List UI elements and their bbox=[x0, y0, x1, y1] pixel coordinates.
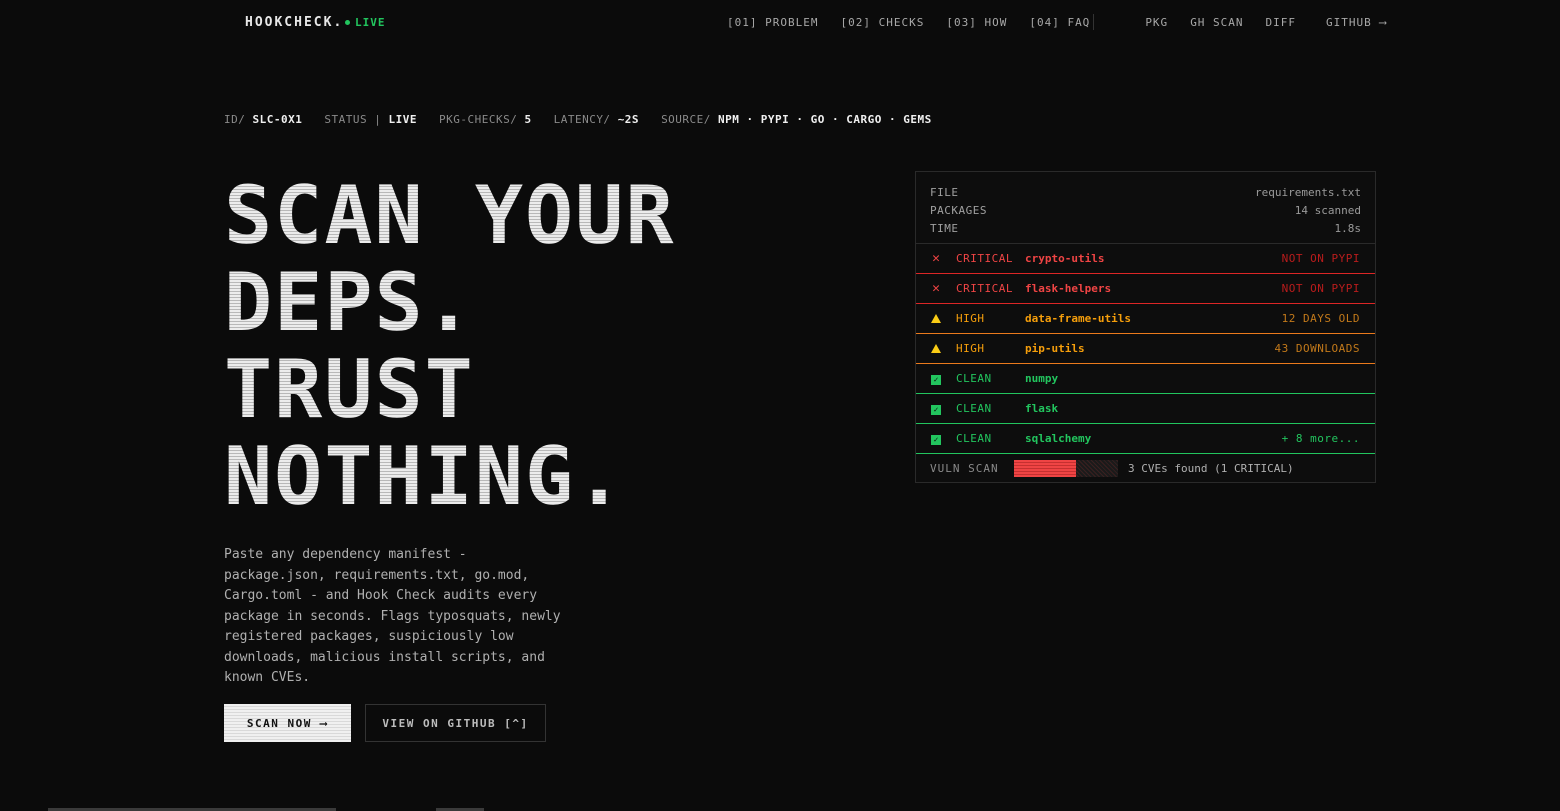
vuln-scan-label: VULN SCAN bbox=[930, 462, 999, 475]
nav-link-problem[interactable]: [01] PROBLEM bbox=[727, 16, 818, 29]
scan-now-button[interactable]: SCAN NOW ⟶ bbox=[224, 704, 351, 742]
warning-icon bbox=[916, 341, 956, 356]
result-note: NOT ON PYPI bbox=[1281, 252, 1360, 265]
hero-line-1: SCAN YOUR bbox=[224, 169, 676, 262]
hero-line-4: NOTHING. bbox=[224, 430, 626, 523]
file-label: FILE bbox=[930, 185, 959, 199]
result-row[interactable]: HIGH pip-utils 43 DOWNLOADS bbox=[916, 334, 1375, 364]
nav-link-diff[interactable]: DIFF bbox=[1266, 16, 1297, 29]
top-nav: HOOKCHECK. LIVE [01] PROBLEM [02] CHECKS… bbox=[0, 0, 1560, 46]
package-name: flask-helpers bbox=[1025, 282, 1112, 295]
package-name: numpy bbox=[1025, 372, 1059, 385]
x-icon: ✕ bbox=[932, 251, 940, 266]
nav-links: [01] PROBLEM [02] CHECKS [03] HOW [04] F… bbox=[727, 16, 1387, 29]
nav-link-how[interactable]: [03] HOW bbox=[946, 16, 1007, 29]
check-icon: ✓ bbox=[916, 401, 956, 416]
live-dot-icon bbox=[345, 20, 350, 25]
package-name: sqlalchemy bbox=[1025, 432, 1092, 445]
severity-label: CRITICAL bbox=[956, 252, 1013, 265]
result-note: 12 DAYS OLD bbox=[1281, 312, 1360, 325]
severity-label: CRITICAL bbox=[956, 282, 1013, 295]
x-icon: ✕ bbox=[932, 281, 940, 296]
hero-line-3: TRUST bbox=[224, 343, 475, 436]
result-row[interactable]: ✓ CLEAN flask bbox=[916, 394, 1375, 424]
result-row[interactable]: ✓ CLEAN numpy bbox=[916, 364, 1375, 394]
severity-label: CLEAN bbox=[956, 432, 992, 445]
result-note: 43 DOWNLOADS bbox=[1274, 342, 1360, 355]
severity-label: CLEAN bbox=[956, 402, 992, 415]
result-row[interactable]: ✕ CRITICAL crypto-utils NOT ON PYPI bbox=[916, 244, 1375, 274]
severity-label: HIGH bbox=[956, 342, 985, 355]
package-name: data-frame-utils bbox=[1025, 312, 1131, 325]
vuln-scan-progress-bar bbox=[1014, 460, 1118, 477]
package-name: crypto-utils bbox=[1025, 252, 1105, 265]
hero-headline: SCAN YOUR DEPS. TRUST NOTHING. bbox=[224, 172, 675, 520]
warning-icon bbox=[916, 311, 956, 326]
brand-logo[interactable]: HOOKCHECK. bbox=[245, 15, 343, 30]
nav-link-checks[interactable]: [02] CHECKS bbox=[840, 16, 924, 29]
meta-source-label: SOURCE/ bbox=[661, 113, 711, 126]
package-name: pip-utils bbox=[1025, 342, 1085, 355]
meta-id-value: SLC-0X1 bbox=[252, 113, 303, 126]
result-row[interactable]: ✓ CLEAN sqlalchemy + 8 more... bbox=[916, 424, 1375, 454]
nav-link-pkg[interactable]: PKG bbox=[1145, 16, 1168, 29]
check-icon: ✓ bbox=[916, 431, 956, 446]
meta-status-value: LIVE bbox=[388, 113, 417, 126]
panel-header: FILE requirements.txt PACKAGES 14 scanne… bbox=[916, 172, 1375, 244]
more-results-link[interactable]: + 8 more... bbox=[1282, 432, 1375, 445]
scan-results-panel: FILE requirements.txt PACKAGES 14 scanne… bbox=[915, 171, 1376, 483]
nav-link-faq[interactable]: [04] FAQ bbox=[1029, 16, 1090, 29]
result-row[interactable]: HIGH data-frame-utils 12 DAYS OLD bbox=[916, 304, 1375, 334]
meta-latency-value: ~2S bbox=[617, 113, 640, 126]
hero-description: Paste any dependency manifest - package.… bbox=[224, 547, 561, 685]
packages-value: 14 scanned bbox=[1294, 203, 1361, 217]
hero-line-2: DEPS. bbox=[224, 256, 475, 349]
result-note: NOT ON PYPI bbox=[1281, 282, 1360, 295]
meta-row: ID/ SLC-0X1 STATUS | LIVE PKG-CHECKS/ 5 … bbox=[224, 113, 932, 126]
nav-link-github[interactable]: GITHUB ⟶ bbox=[1326, 16, 1387, 29]
meta-latency-label: LATENCY/ bbox=[553, 113, 611, 126]
severity-label: CLEAN bbox=[956, 372, 992, 385]
meta-id-label: ID/ bbox=[224, 113, 246, 126]
nav-divider bbox=[1093, 14, 1094, 30]
meta-status-label: STATUS | bbox=[324, 113, 382, 126]
time-value: 1.8s bbox=[1334, 221, 1362, 235]
meta-source-value: NPM · PYPI · GO · CARGO · GEMS bbox=[718, 113, 932, 126]
severity-label: HIGH bbox=[956, 312, 985, 325]
result-row[interactable]: ✕ CRITICAL flask-helpers NOT ON PYPI bbox=[916, 274, 1375, 304]
vuln-scan-row: VULN SCAN 3 CVEs found (1 CRITICAL) bbox=[916, 454, 1375, 483]
time-label: TIME bbox=[930, 221, 959, 235]
file-value: requirements.txt bbox=[1255, 185, 1361, 199]
packages-label: PACKAGES bbox=[930, 203, 987, 217]
check-icon: ✓ bbox=[916, 371, 956, 386]
live-badge: LIVE bbox=[345, 16, 386, 29]
live-label: LIVE bbox=[355, 16, 386, 29]
view-on-github-button[interactable]: VIEW ON GITHUB [^] bbox=[365, 704, 546, 742]
meta-checks-value: 5 bbox=[524, 113, 532, 126]
meta-checks-label: PKG-CHECKS/ bbox=[438, 113, 518, 126]
vuln-scan-progress-fill bbox=[1014, 460, 1077, 477]
package-name: flask bbox=[1025, 402, 1059, 415]
vuln-scan-result: 3 CVEs found (1 CRITICAL) bbox=[1128, 462, 1294, 475]
nav-link-gh-scan[interactable]: GH SCAN bbox=[1190, 16, 1243, 29]
